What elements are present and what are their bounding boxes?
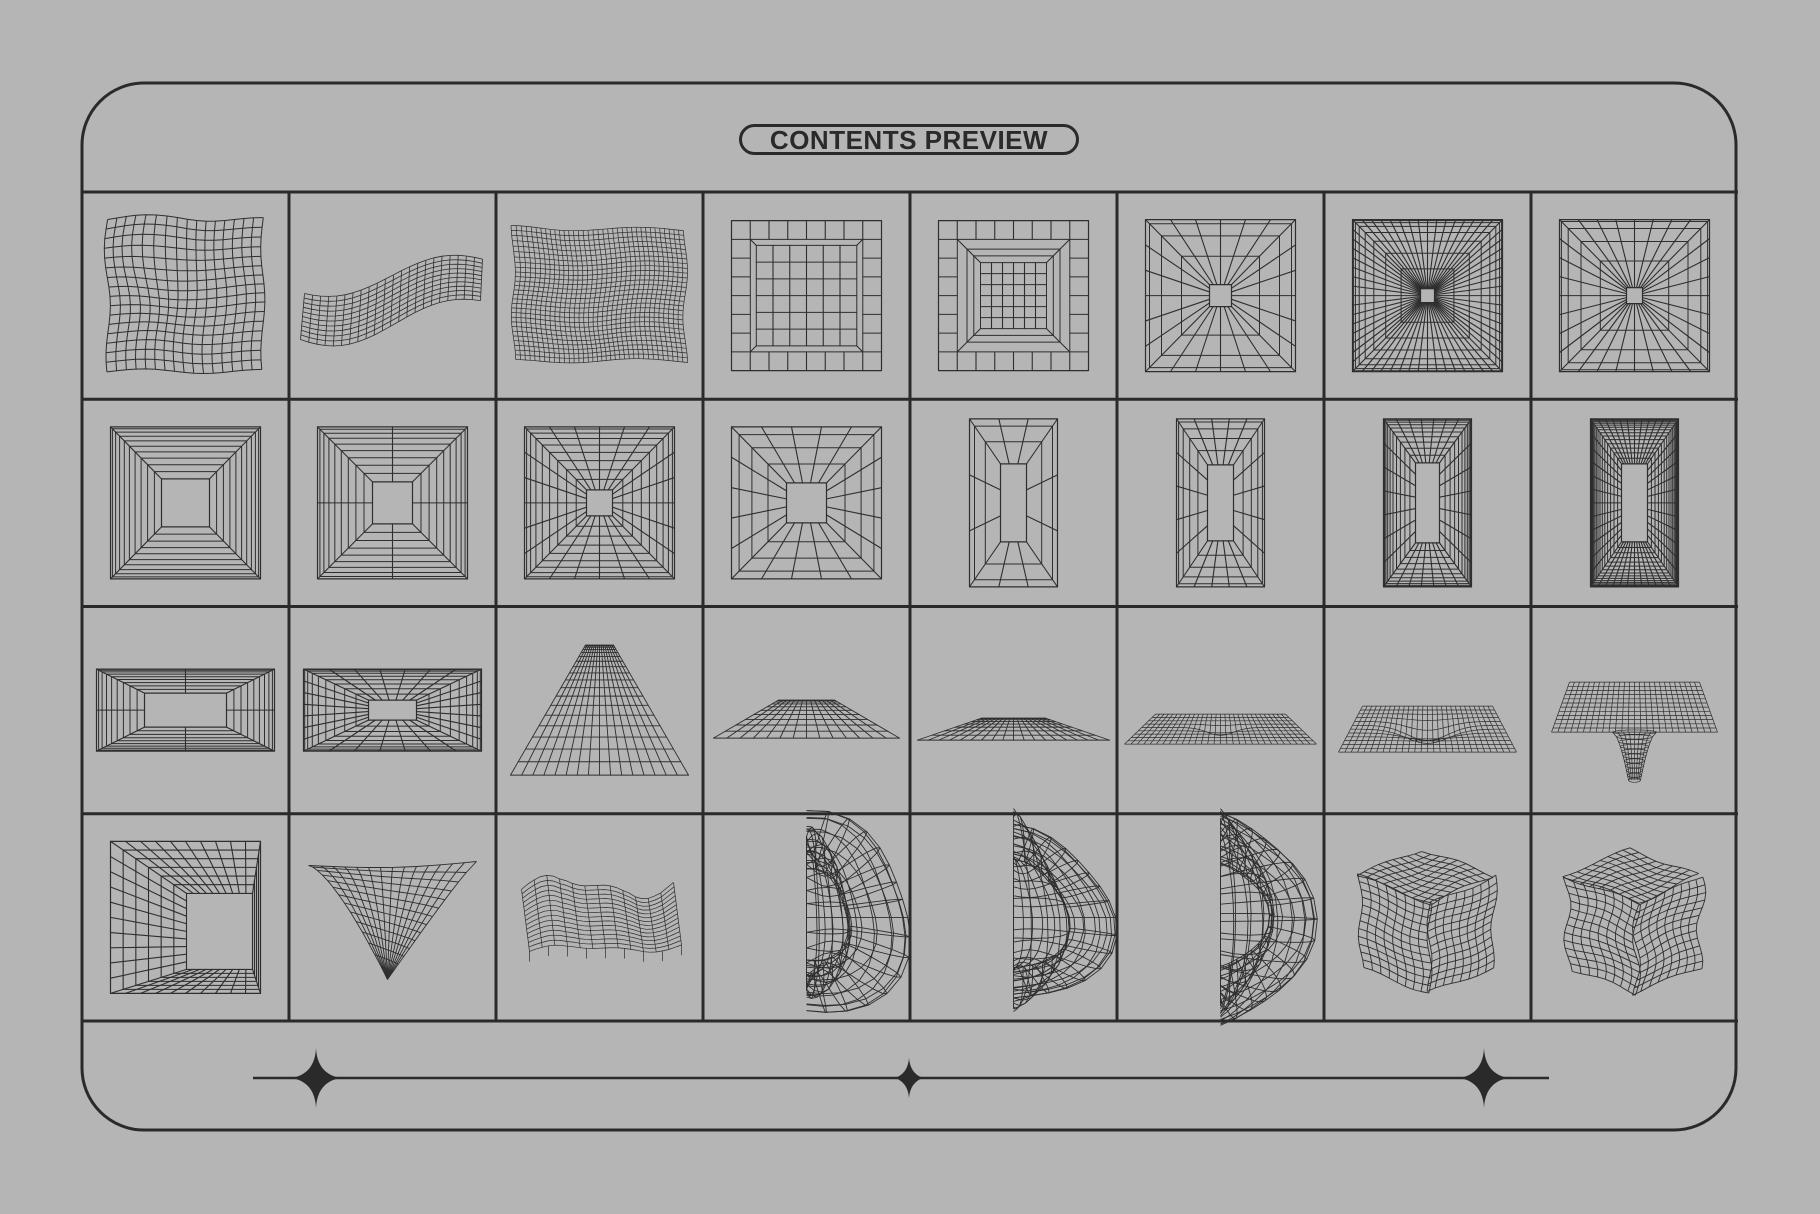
title-pill: CONTENTS PREVIEW xyxy=(739,124,1079,155)
contents-preview-board xyxy=(0,0,1820,1214)
page-title: CONTENTS PREVIEW xyxy=(769,125,1049,155)
